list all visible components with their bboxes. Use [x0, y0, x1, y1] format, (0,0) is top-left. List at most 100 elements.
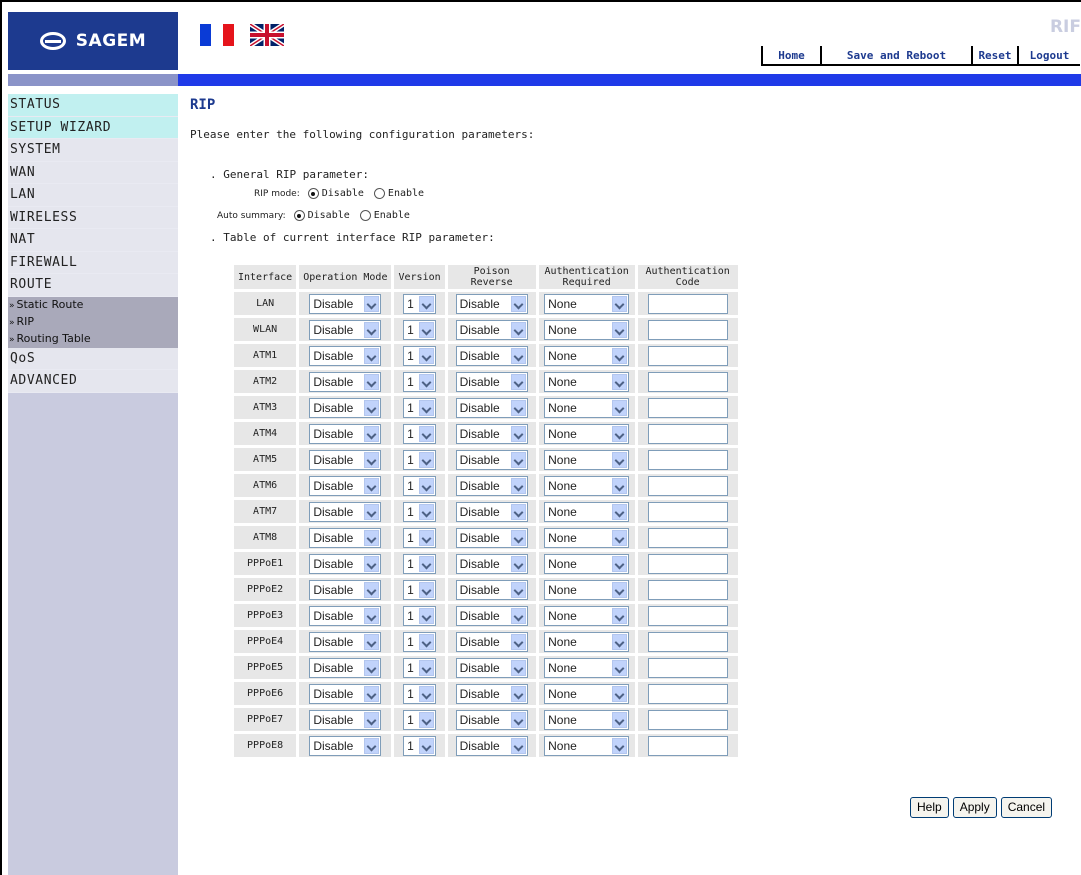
- poison-reverse-select[interactable]: Disable: [455, 631, 528, 652]
- authentication-required-select[interactable]: None: [544, 397, 630, 418]
- version-select[interactable]: 1: [403, 631, 437, 652]
- sidebar-subitem-static-route[interactable]: » Static Route: [8, 296, 178, 314]
- sidebar-item-qos[interactable]: QoS: [8, 347, 178, 370]
- version-select[interactable]: 1: [403, 423, 437, 444]
- operation-mode-select[interactable]: Disable: [309, 527, 382, 548]
- authentication-code-input[interactable]: [647, 527, 728, 548]
- save-and-reboot-link[interactable]: Save and Reboot: [820, 46, 971, 66]
- authentication-required-select[interactable]: None: [544, 501, 630, 522]
- auto-summary-disable-radio[interactable]: [293, 210, 305, 221]
- sidebar-subitem-routing-table[interactable]: » Routing Table: [8, 330, 178, 348]
- uk-flag-icon[interactable]: [250, 24, 284, 46]
- operation-mode-select[interactable]: Disable: [309, 605, 382, 626]
- authentication-code-input[interactable]: [647, 423, 728, 444]
- version-select[interactable]: 1: [403, 657, 437, 678]
- poison-reverse-select[interactable]: Disable: [455, 449, 528, 470]
- operation-mode-select[interactable]: Disable: [309, 709, 382, 730]
- authentication-required-select[interactable]: None: [544, 527, 630, 548]
- operation-mode-select[interactable]: Disable: [309, 423, 382, 444]
- operation-mode-select[interactable]: Disable: [309, 683, 382, 704]
- authentication-required-select[interactable]: None: [544, 371, 630, 392]
- poison-reverse-select[interactable]: Disable: [455, 345, 528, 366]
- poison-reverse-select[interactable]: Disable: [455, 423, 528, 444]
- authentication-required-select[interactable]: None: [544, 709, 630, 730]
- version-select[interactable]: 1: [403, 501, 437, 522]
- poison-reverse-select[interactable]: Disable: [455, 683, 528, 704]
- operation-mode-select[interactable]: Disable: [309, 293, 382, 314]
- sidebar-subitem-rip[interactable]: » RIP: [8, 313, 178, 331]
- authentication-required-select[interactable]: None: [544, 553, 630, 574]
- operation-mode-select[interactable]: Disable: [309, 735, 382, 756]
- version-select[interactable]: 1: [403, 553, 437, 574]
- operation-mode-select[interactable]: Disable: [309, 631, 382, 652]
- version-select[interactable]: 1: [403, 345, 437, 366]
- operation-mode-select[interactable]: Disable: [309, 397, 382, 418]
- authentication-required-select[interactable]: None: [544, 293, 630, 314]
- authentication-required-select[interactable]: None: [544, 345, 630, 366]
- cancel-button[interactable]: Cancel: [1000, 797, 1053, 818]
- operation-mode-select[interactable]: Disable: [309, 579, 382, 600]
- authentication-code-input[interactable]: [647, 553, 728, 574]
- authentication-code-input[interactable]: [647, 319, 728, 340]
- authentication-required-select[interactable]: None: [544, 449, 630, 470]
- authentication-required-select[interactable]: None: [544, 631, 630, 652]
- authentication-code-input[interactable]: [647, 449, 728, 470]
- version-select[interactable]: 1: [403, 527, 437, 548]
- version-select[interactable]: 1: [403, 709, 437, 730]
- version-select[interactable]: 1: [403, 449, 437, 470]
- rip-mode-disable-radio[interactable]: [307, 188, 319, 199]
- operation-mode-select[interactable]: Disable: [309, 449, 382, 470]
- operation-mode-select[interactable]: Disable: [309, 371, 382, 392]
- apply-button[interactable]: Apply: [952, 797, 997, 818]
- home-link[interactable]: Home: [761, 46, 820, 66]
- poison-reverse-select[interactable]: Disable: [455, 475, 528, 496]
- version-select[interactable]: 1: [403, 683, 437, 704]
- sidebar-item-wireless[interactable]: WIRELESS: [8, 206, 178, 229]
- poison-reverse-select[interactable]: Disable: [455, 397, 528, 418]
- operation-mode-select[interactable]: Disable: [309, 475, 382, 496]
- rip-mode-enable-radio[interactable]: [373, 188, 385, 199]
- version-select[interactable]: 1: [403, 397, 437, 418]
- poison-reverse-select[interactable]: Disable: [455, 319, 528, 340]
- authentication-required-select[interactable]: None: [544, 735, 630, 756]
- sidebar-item-wan[interactable]: WAN: [8, 161, 178, 184]
- authentication-code-input[interactable]: [647, 579, 728, 600]
- version-select[interactable]: 1: [403, 605, 437, 626]
- version-select[interactable]: 1: [403, 475, 437, 496]
- authentication-code-input[interactable]: [647, 475, 728, 496]
- sidebar-item-firewall[interactable]: FIREWALL: [8, 251, 178, 274]
- authentication-required-select[interactable]: None: [544, 657, 630, 678]
- sidebar-item-advanced[interactable]: ADVANCED: [8, 370, 178, 393]
- operation-mode-select[interactable]: Disable: [309, 345, 382, 366]
- poison-reverse-select[interactable]: Disable: [455, 735, 528, 756]
- sidebar-item-nat[interactable]: NAT: [8, 229, 178, 252]
- poison-reverse-select[interactable]: Disable: [455, 579, 528, 600]
- authentication-code-input[interactable]: [647, 345, 728, 366]
- sidebar-item-status[interactable]: STATUS: [8, 94, 178, 117]
- version-select[interactable]: 1: [403, 579, 437, 600]
- authentication-required-select[interactable]: None: [544, 579, 630, 600]
- poison-reverse-select[interactable]: Disable: [455, 293, 528, 314]
- authentication-code-input[interactable]: [647, 709, 728, 730]
- auto-summary-enable-radio[interactable]: [359, 210, 371, 221]
- sidebar-item-lan[interactable]: LAN: [8, 184, 178, 207]
- authentication-code-input[interactable]: [647, 735, 728, 756]
- poison-reverse-select[interactable]: Disable: [455, 709, 528, 730]
- poison-reverse-select[interactable]: Disable: [455, 657, 528, 678]
- authentication-code-input[interactable]: [647, 605, 728, 626]
- authentication-code-input[interactable]: [647, 371, 728, 392]
- operation-mode-select[interactable]: Disable: [309, 501, 382, 522]
- version-select[interactable]: 1: [403, 735, 437, 756]
- authentication-code-input[interactable]: [647, 631, 728, 652]
- french-flag-icon[interactable]: [200, 24, 234, 46]
- authentication-required-select[interactable]: None: [544, 319, 630, 340]
- sidebar-item-route[interactable]: ROUTE: [8, 274, 178, 297]
- authentication-required-select[interactable]: None: [544, 605, 630, 626]
- version-select[interactable]: 1: [403, 371, 437, 392]
- reset-link[interactable]: Reset: [971, 46, 1017, 66]
- version-select[interactable]: 1: [403, 293, 437, 314]
- authentication-code-input[interactable]: [647, 657, 728, 678]
- poison-reverse-select[interactable]: Disable: [455, 501, 528, 522]
- operation-mode-select[interactable]: Disable: [309, 553, 382, 574]
- authentication-code-input[interactable]: [647, 501, 728, 522]
